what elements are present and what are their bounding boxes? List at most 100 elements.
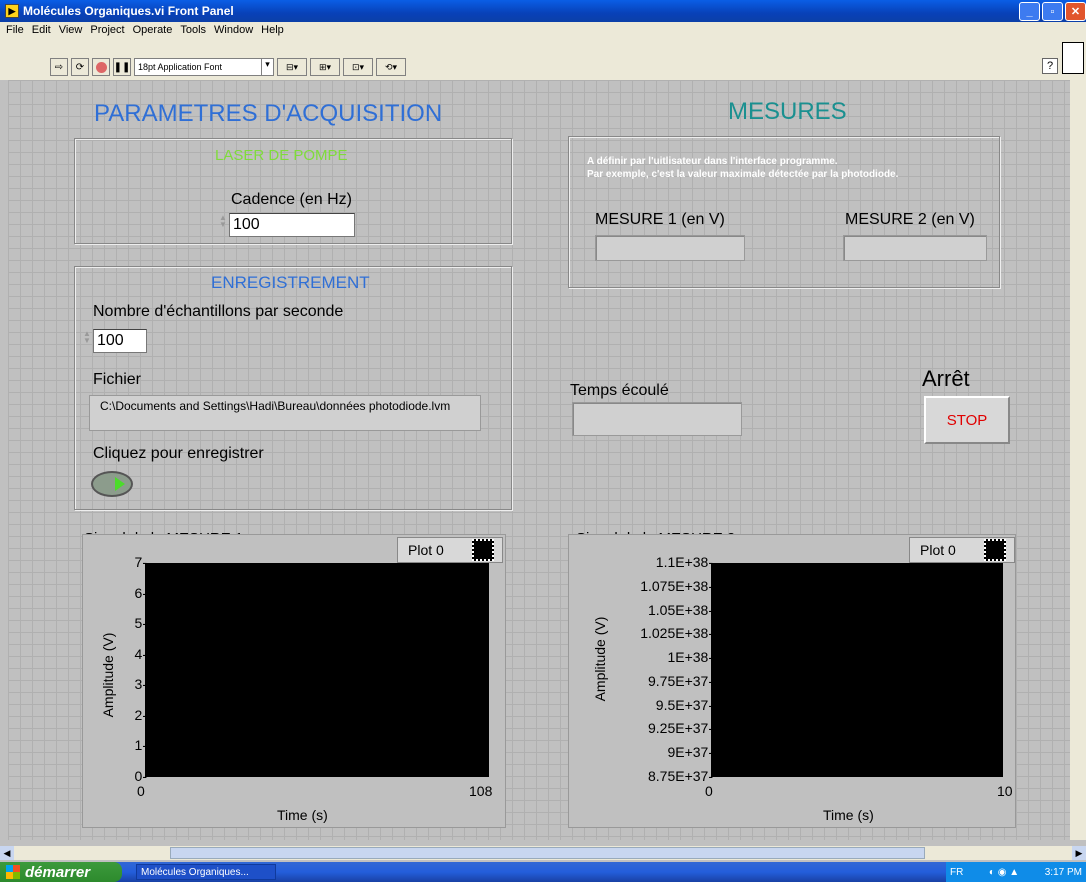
samples-label: Nombre d'échantillons par seconde	[93, 303, 344, 320]
stop-button[interactable]: STOP	[924, 396, 1010, 444]
graph1-ytick: 1-	[134, 737, 147, 754]
menu-window[interactable]: Window	[210, 24, 257, 36]
toolbar: ⇨ ⟳ ❚❚ 18pt Application Font ▾ ⊟▾ ⊞▾ ⊡▾ …	[0, 38, 1086, 80]
record-label: Cliquez pour enregistrer	[93, 445, 264, 462]
menu-operate[interactable]: Operate	[129, 24, 177, 36]
heading-acquisition: PARAMETRES D'ACQUISITION	[94, 100, 443, 127]
mesures-note-line1: A définir par l'uitlisateur dans l'inter…	[587, 156, 838, 167]
plot-swatch-icon	[472, 539, 494, 561]
graph2-ytick: 1.05E+38-	[648, 601, 713, 618]
horizontal-scrollbar[interactable]: ◀ ▶	[0, 846, 1086, 860]
resize-objects-icon[interactable]: ⊡▾	[343, 58, 373, 76]
scroll-thumb[interactable]	[170, 847, 925, 859]
vertical-scrollbar[interactable]	[1070, 80, 1086, 840]
mesures-note-line2: Par exemple, c'est la valeur maximale dé…	[587, 169, 899, 180]
language-indicator[interactable]: FR	[950, 867, 963, 878]
menu-bar: File Edit View Project Operate Tools Win…	[0, 22, 1086, 38]
graph1: Plot 0 0 108 Time (s) Amplitude (V) 7- 6-…	[82, 534, 506, 828]
play-icon	[115, 477, 125, 491]
title-bar: ▶ Molécules Organiques.vi Front Panel _ …	[0, 0, 1086, 22]
graph1-ytick: 7-	[134, 554, 147, 570]
heading-mesures: MESURES	[728, 98, 847, 125]
laser-group: LASER DE POMPE Cadence (en Hz) ▲ ▼ 100	[74, 138, 512, 244]
elapsed-indicator	[572, 402, 742, 436]
vi-icon	[1062, 42, 1084, 74]
graph1-ytick: 5-	[134, 615, 147, 632]
menu-file[interactable]: File	[2, 24, 28, 36]
graph2-xlabel: Time (s)	[823, 807, 874, 823]
mesure2-indicator	[843, 235, 987, 261]
run-arrow-icon[interactable]: ⇨	[50, 58, 68, 76]
start-label: démarrer	[25, 863, 91, 881]
enregistrement-group: ENREGISTREMENT Nombre d'échantillons par…	[74, 266, 512, 510]
font-select[interactable]: 18pt Application Font ▾	[134, 58, 274, 76]
font-select-label: 18pt Application Font	[138, 62, 223, 72]
graph2-plot-area	[711, 563, 1003, 777]
cadence-spinner[interactable]: ▲ ▼	[219, 213, 227, 229]
tray-icons[interactable]: ◐ ◉ ▲	[989, 867, 1019, 878]
elapsed-label: Temps écoulé	[570, 382, 669, 399]
graph1-xtick-0: 0	[137, 783, 145, 799]
window-title: Molécules Organiques.vi Front Panel	[23, 4, 234, 18]
graph2-legend-label: Plot 0	[920, 542, 956, 558]
menu-edit[interactable]: Edit	[28, 24, 55, 36]
graph1-ytick: 4-	[134, 645, 147, 662]
graph2-xtick-1: 10	[997, 783, 1013, 799]
taskbar: démarrer Molécules Organiques... FR ◐ ◉ …	[0, 862, 1086, 882]
stop-label: Arrêt	[922, 366, 970, 391]
file-label: Fichier	[93, 371, 142, 388]
chevron-down-icon: ▾	[261, 59, 273, 75]
graph1-plot-area	[145, 563, 489, 777]
graph2-ytick: 9.5E+37-	[655, 696, 713, 713]
samples-spinner[interactable]: ▲ ▼	[83, 329, 91, 345]
help-icon[interactable]: ?	[1042, 58, 1058, 74]
laser-title: LASER DE POMPE	[215, 147, 348, 164]
menu-view[interactable]: View	[55, 24, 87, 36]
graph1-ytick: 6-	[134, 584, 147, 601]
menu-tools[interactable]: Tools	[176, 24, 210, 36]
clock: 3:17 PM	[1044, 866, 1082, 878]
graph1-ytick: 0-	[134, 768, 147, 784]
graph2-ytick: 1E+38-	[667, 649, 713, 666]
plot-swatch-icon	[984, 539, 1006, 561]
abort-icon[interactable]	[92, 58, 110, 76]
maximize-button[interactable]: ▫	[1042, 2, 1063, 21]
reorder-icon[interactable]: ⟲▾	[376, 58, 406, 76]
graph1-legend-label: Plot 0	[408, 542, 444, 558]
align-objects-icon[interactable]: ⊟▾	[277, 58, 307, 76]
run-continuously-icon[interactable]: ⟳	[71, 58, 89, 76]
menu-project[interactable]: Project	[86, 24, 128, 36]
scroll-left-icon[interactable]: ◀	[0, 846, 14, 860]
cadence-label: Cadence (en Hz)	[231, 191, 352, 208]
graph2: Plot 0 0 10 Time (s) Amplitude (V) 1.1E+…	[568, 534, 1016, 828]
graph2-ytick: 9E+37-	[667, 744, 713, 761]
mesures-group: A définir par l'uitlisateur dans l'inter…	[568, 136, 1000, 288]
front-panel: PARAMETRES D'ACQUISITION MESURES LASER D…	[8, 80, 1070, 840]
enregistrement-title: ENREGISTREMENT	[211, 273, 370, 292]
scroll-right-icon[interactable]: ▶	[1072, 846, 1086, 860]
graph2-ytick: 1.025E+38-	[640, 625, 713, 642]
graph1-xtick-1: 108	[469, 783, 493, 799]
start-button[interactable]: démarrer	[0, 862, 122, 882]
distribute-objects-icon[interactable]: ⊞▾	[310, 58, 340, 76]
file-path-field[interactable]: C:\Documents and Settings\Hadi\Bureau\do…	[89, 395, 481, 431]
close-button[interactable]: ✕	[1065, 2, 1086, 21]
graph2-ytick: 9.25E+37-	[648, 720, 713, 737]
graph1-xlabel: Time (s)	[277, 807, 328, 823]
mesure1-indicator	[595, 235, 745, 261]
record-toggle[interactable]	[91, 471, 133, 497]
pause-icon[interactable]: ❚❚	[113, 58, 131, 76]
graph2-ytick: 9.75E+37-	[648, 672, 713, 689]
menu-help[interactable]: Help	[257, 24, 288, 36]
graph1-ytick: 3-	[134, 676, 147, 693]
graph2-legend[interactable]: Plot 0	[909, 537, 1015, 563]
graph2-ytick: 1.1E+38-	[655, 554, 713, 570]
graph1-legend[interactable]: Plot 0	[397, 537, 503, 563]
mesure1-label: MESURE 1 (en V)	[595, 211, 725, 228]
cadence-input[interactable]: 100	[229, 213, 355, 237]
labview-icon: ▶	[5, 4, 19, 18]
taskbar-item-labview[interactable]: Molécules Organiques...	[136, 864, 276, 880]
graph1-ytick: 2-	[134, 706, 147, 723]
samples-input[interactable]: 100	[93, 329, 147, 353]
minimize-button[interactable]: _	[1019, 2, 1040, 21]
